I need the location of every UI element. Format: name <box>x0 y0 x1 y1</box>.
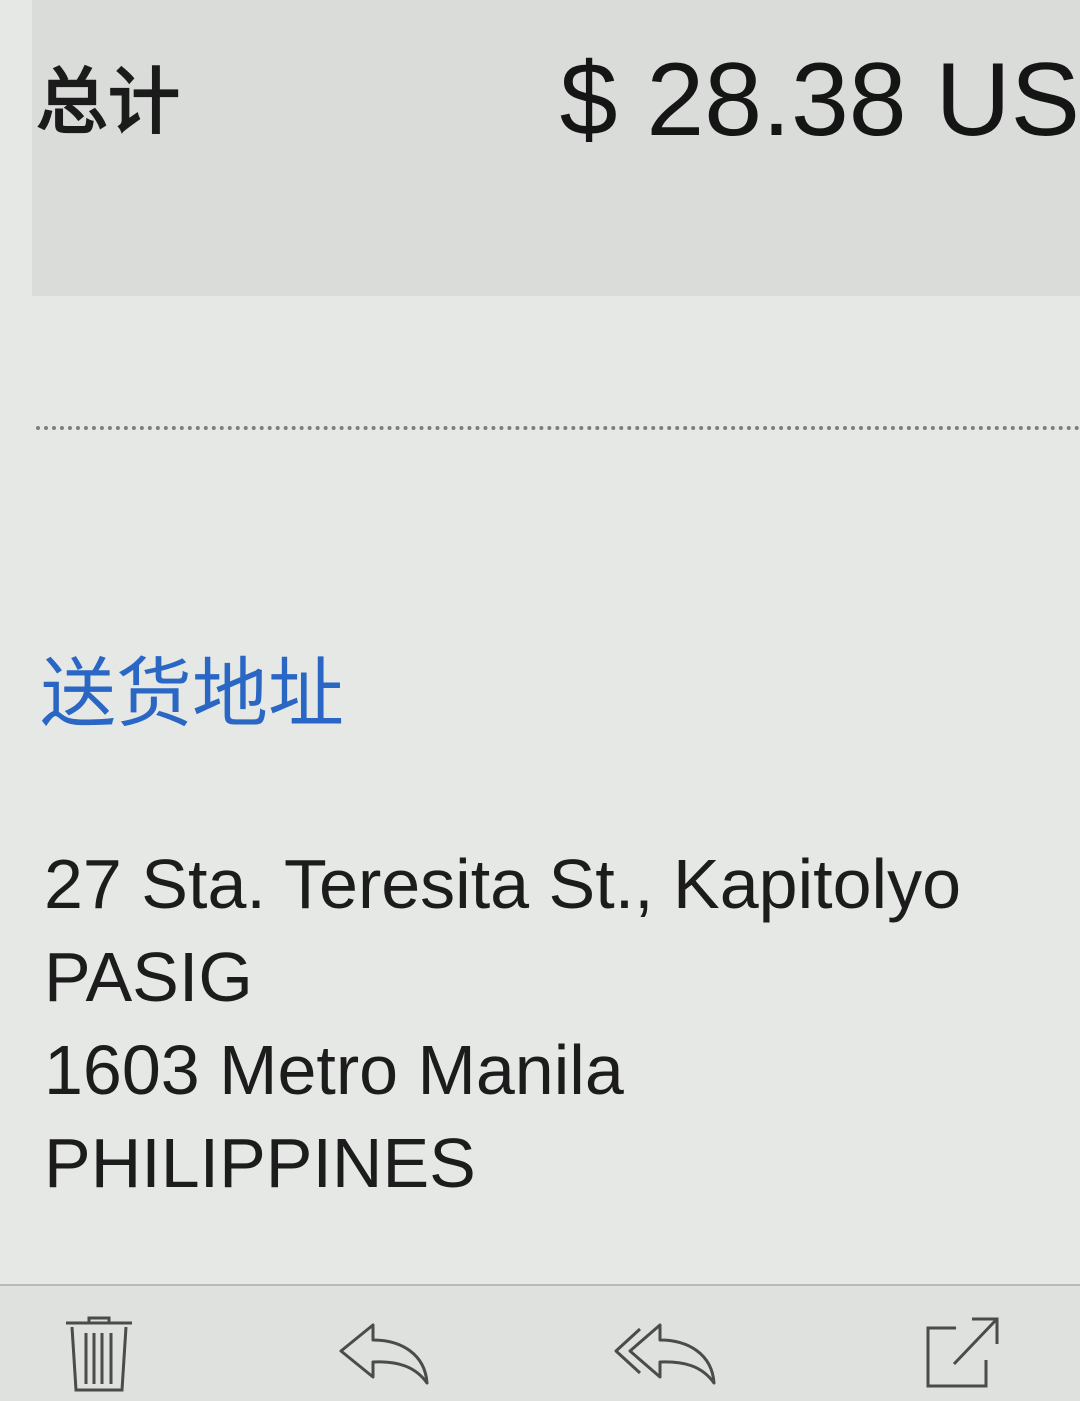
reply-all-icon <box>614 1323 716 1385</box>
shipping-address: 27 Sta. Teresita St., Kapitolyo PASIG 16… <box>44 838 961 1210</box>
mail-toolbar <box>0 1284 1080 1401</box>
shipping-address-heading: 送货地址 <box>40 649 344 738</box>
address-line: 27 Sta. Teresita St., Kapitolyo <box>44 845 962 923</box>
address-line: 1603 Metro Manila <box>44 1031 624 1109</box>
address-line: PHILIPPINES <box>44 1124 476 1202</box>
delete-button[interactable] <box>44 1312 154 1396</box>
address-line: PASIG <box>44 938 253 1016</box>
total-label: 总计 <box>36 60 181 144</box>
trash-icon <box>66 1316 132 1392</box>
share-icon <box>926 1317 999 1388</box>
dotted-divider <box>36 426 1080 430</box>
order-total-row: 总计 $ 28.38 US <box>32 0 1080 296</box>
reply-button[interactable] <box>330 1312 440 1396</box>
reply-icon <box>339 1323 429 1385</box>
email-screen: 总计 $ 28.38 US 送货地址 27 Sta. Teresita St.,… <box>0 0 1080 1401</box>
reply-all-button[interactable] <box>610 1312 720 1396</box>
share-button[interactable] <box>906 1312 1016 1396</box>
total-amount: $ 28.38 US <box>559 42 1080 158</box>
